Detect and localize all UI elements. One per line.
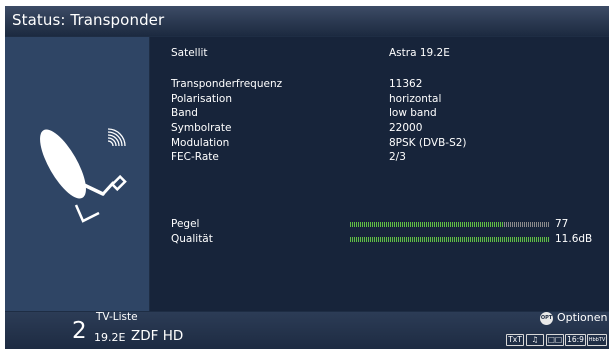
satellite-dish-icon [40, 128, 127, 223]
row-value-transponderfrequenz: 11362 [389, 78, 423, 90]
row-label-polarisation: Polarisation [171, 93, 232, 105]
row-value-satellit: Astra 19.2E [389, 47, 450, 59]
qualitaet-level-fill [350, 237, 550, 242]
options-button-icon[interactable]: OPT [540, 312, 553, 325]
row-value-modulation: 8PSK (DVB-S2) [389, 137, 467, 149]
qualitaet-level-bar [350, 237, 550, 242]
pegel-value: 77 [555, 218, 569, 230]
channel-satellite-position: 19.2E [94, 331, 126, 344]
row-label-symbolrate: Symbolrate [171, 122, 232, 134]
page-title: Status: Transponder [12, 11, 165, 29]
transponder-status-screen: Status: Transponder [5, 6, 609, 349]
channel-name: ZDF HD [131, 328, 184, 344]
pegel-label: Pegel [171, 218, 200, 230]
row-label-band: Band [171, 107, 198, 119]
hbbtv-badge: HbbTV [587, 334, 607, 346]
options-label[interactable]: Optionen [557, 311, 607, 324]
audio-track-badge: ♫ [526, 334, 544, 346]
row-value-polarisation: horizontal [389, 93, 442, 105]
title-bar: Status: Transponder [5, 6, 609, 36]
row-value-band: low band [389, 107, 437, 119]
row-label-fec-rate: FEC-Rate [171, 151, 219, 163]
qualitaet-label: Qualität [171, 233, 213, 245]
channel-number: 2 [72, 318, 87, 344]
aspect-ratio-badge: 16:9 [565, 334, 586, 346]
qualitaet-value: 11.6dB [555, 233, 593, 245]
pegel-level-fill [350, 222, 504, 227]
row-label-transponderfrequenz: Transponderfrequenz [171, 78, 283, 90]
left-panel [5, 37, 149, 311]
pegel-level-bar [350, 222, 550, 227]
row-label-satellit: Satellit [171, 47, 208, 59]
row-label-modulation: Modulation [171, 137, 230, 149]
dual-screen-badge: □□ [546, 334, 564, 346]
channel-list-name: TV-Liste [96, 311, 138, 323]
teletext-badge: TxT [506, 334, 524, 346]
row-value-fec-rate: 2/3 [389, 151, 406, 163]
signal-waves-icon [107, 128, 126, 147]
row-value-symbolrate: 22000 [389, 122, 423, 134]
